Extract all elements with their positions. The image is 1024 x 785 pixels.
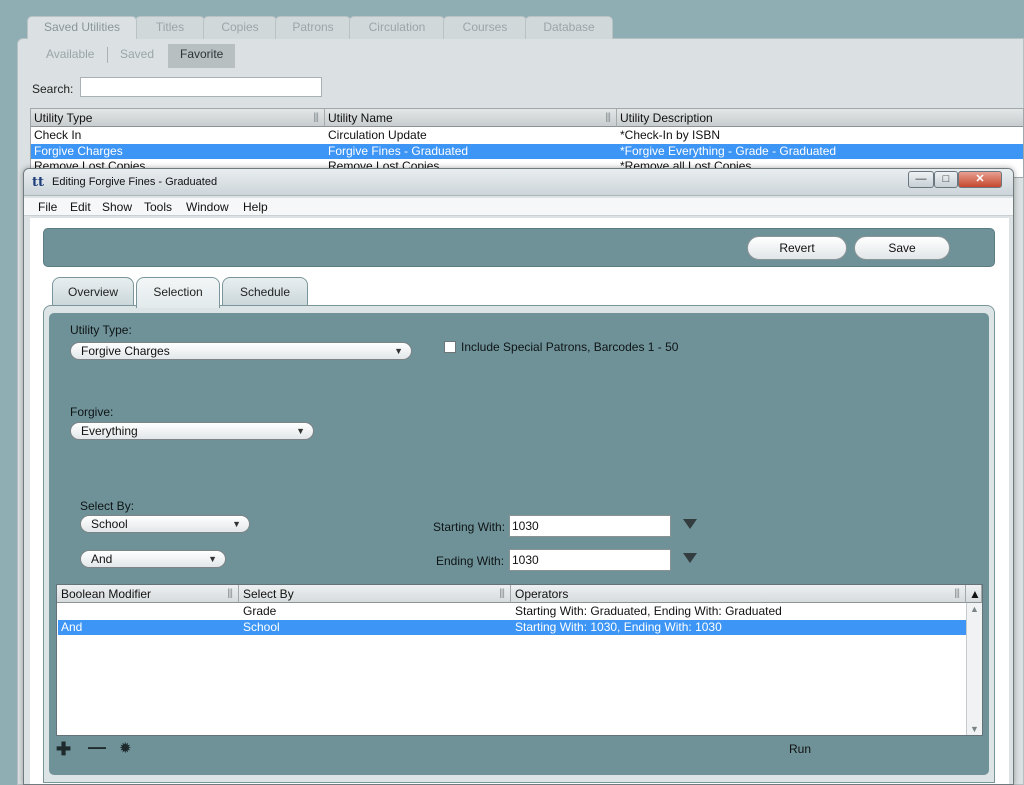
tab-database[interactable]: Database xyxy=(525,16,613,39)
menu-file[interactable]: File xyxy=(38,200,57,214)
utility-type-label: Utility Type: xyxy=(70,323,132,337)
column-label: Utility Description xyxy=(620,111,713,125)
gear-icon[interactable]: ✹ xyxy=(119,739,132,757)
column-label: Utility Type xyxy=(34,111,93,125)
revert-button[interactable]: Revert xyxy=(747,236,847,260)
column-label: Select By xyxy=(243,587,294,601)
table-cell[interactable]: Grade xyxy=(239,604,276,619)
subtab-favorite[interactable]: Favorite xyxy=(168,44,236,68)
table-cell[interactable]: Starting With: 1030, Ending With: 1030 xyxy=(511,620,722,635)
select-by-value: School xyxy=(91,517,128,531)
table-cell[interactable]: Check In xyxy=(31,128,81,143)
include-special-patrons-checkbox[interactable] xyxy=(444,341,456,353)
select-by-select[interactable]: School ▼ xyxy=(80,515,250,533)
tab-schedule[interactable]: Schedule xyxy=(222,277,308,307)
dropdown-arrow-icon: ▼ xyxy=(394,346,403,356)
boolean-modifier-value: And xyxy=(91,552,113,566)
add-icon[interactable]: ✚ xyxy=(56,739,71,760)
table-cell[interactable]: *Check-In by ISBN xyxy=(617,128,720,143)
utility-type-select[interactable]: Forgive Charges ▼ xyxy=(70,342,412,360)
column-label: Boolean Modifier xyxy=(61,587,152,601)
minimize-icon[interactable]: — xyxy=(908,171,934,188)
table-cell[interactable]: Forgive Fines - Graduated xyxy=(325,144,468,159)
table-cell[interactable]: Forgive Charges xyxy=(31,144,123,159)
dropdown-arrow-icon: ▼ xyxy=(208,554,217,564)
column-boolean-modifier[interactable]: Boolean Modifier ||| xyxy=(57,585,239,603)
tab-overview[interactable]: Overview xyxy=(52,277,134,307)
scroll-down-icon[interactable]: ▼ xyxy=(970,724,979,734)
forgive-value: Everything xyxy=(81,424,138,438)
menu-window[interactable]: Window xyxy=(186,200,229,214)
ending-with-input[interactable]: 1030 xyxy=(509,549,671,571)
column-select-by[interactable]: Select By ||| xyxy=(239,585,511,603)
column-operators[interactable]: Operators ||| xyxy=(511,585,966,603)
dialog-title: Editing Forgive Fines - Graduated xyxy=(52,176,218,188)
column-utility-description[interactable]: Utility Description xyxy=(617,109,1023,127)
include-special-patrons-label: Include Special Patrons, Barcodes 1 - 50 xyxy=(461,340,679,354)
table-cell[interactable]: *Forgive Everything - Grade - Graduated xyxy=(617,144,836,159)
close-icon[interactable]: ✕ xyxy=(958,171,1002,188)
column-label: Utility Name xyxy=(328,111,393,125)
table-cell[interactable] xyxy=(57,604,61,619)
starting-with-label: Starting With: xyxy=(433,520,506,534)
column-utility-type[interactable]: Utility Type ||| xyxy=(31,109,325,127)
boolean-modifier-select[interactable]: And ▼ xyxy=(80,550,226,568)
table-cell[interactable]: School xyxy=(239,620,280,635)
column-label: Operators xyxy=(515,587,569,601)
maximize-icon[interactable]: □ xyxy=(934,171,958,188)
column-resize-icon[interactable]: ||| xyxy=(954,585,960,603)
search-input[interactable] xyxy=(80,77,322,97)
tab-titles[interactable]: Titles xyxy=(135,16,205,39)
dialog-titlebar[interactable]: tt Editing Forgive Fines - Graduated — □… xyxy=(24,169,1013,196)
tab-circulation[interactable]: Circulation xyxy=(349,16,445,39)
table-cell[interactable]: Circulation Update xyxy=(325,128,427,143)
run-label[interactable]: Run xyxy=(789,742,811,756)
utility-type-value: Forgive Charges xyxy=(81,344,170,358)
table-cell[interactable]: Starting With: Graduated, Ending With: G… xyxy=(511,604,782,619)
tab-patrons[interactable]: Patrons xyxy=(275,16,351,39)
forgive-select[interactable]: Everything ▼ xyxy=(70,422,314,440)
column-resize-icon[interactable]: ||| xyxy=(313,109,319,127)
action-toolbar: Revert Save xyxy=(43,228,995,267)
subtab-divider xyxy=(107,47,108,63)
menu-tools[interactable]: Tools xyxy=(144,200,172,214)
criteria-table: Boolean Modifier ||| Select By ||| Operato… xyxy=(56,584,983,736)
menu-edit[interactable]: Edit xyxy=(70,200,91,214)
subtab-available[interactable]: Available xyxy=(46,44,94,68)
column-utility-name[interactable]: Utility Name ||| xyxy=(325,109,617,127)
column-menu-icon[interactable]: ▲ xyxy=(966,585,982,603)
dropdown-arrow-icon: ▼ xyxy=(232,519,241,529)
vertical-scrollbar[interactable]: ▲ ▼ xyxy=(966,603,982,735)
starting-with-picker-icon[interactable] xyxy=(683,519,697,529)
menu-help[interactable]: Help xyxy=(243,200,268,214)
column-resize-icon[interactable]: ||| xyxy=(227,585,233,603)
save-button[interactable]: Save xyxy=(854,236,950,260)
column-resize-icon[interactable]: ||| xyxy=(499,585,505,603)
table-row-selected[interactable] xyxy=(31,144,1023,159)
forgive-label: Forgive: xyxy=(70,405,114,419)
starting-with-input[interactable]: 1030 xyxy=(509,515,671,537)
subtab-saved[interactable]: Saved xyxy=(120,44,154,68)
menu-bar: File Edit Show Tools Window Help xyxy=(24,198,1013,216)
tab-selection[interactable]: Selection xyxy=(136,277,220,308)
ending-with-label: Ending With: xyxy=(436,554,505,568)
dropdown-arrow-icon: ▼ xyxy=(296,426,305,436)
tab-courses[interactable]: Courses xyxy=(443,16,527,39)
table-cell[interactable]: And xyxy=(57,620,82,635)
menu-show[interactable]: Show xyxy=(102,200,132,214)
remove-icon[interactable]: — xyxy=(88,737,106,758)
select-by-label: Select By: xyxy=(80,499,135,513)
tab-saved-utilities[interactable]: Saved Utilities xyxy=(27,16,137,39)
edit-utility-dialog: tt Editing Forgive Fines - Graduated — □… xyxy=(23,168,1014,785)
ending-with-picker-icon[interactable] xyxy=(683,553,697,563)
tab-copies[interactable]: Copies xyxy=(203,16,277,39)
scroll-up-icon[interactable]: ▲ xyxy=(970,604,979,614)
search-label: Search: xyxy=(32,82,74,96)
column-resize-icon[interactable]: ||| xyxy=(605,109,611,127)
app-icon: tt xyxy=(32,175,45,190)
